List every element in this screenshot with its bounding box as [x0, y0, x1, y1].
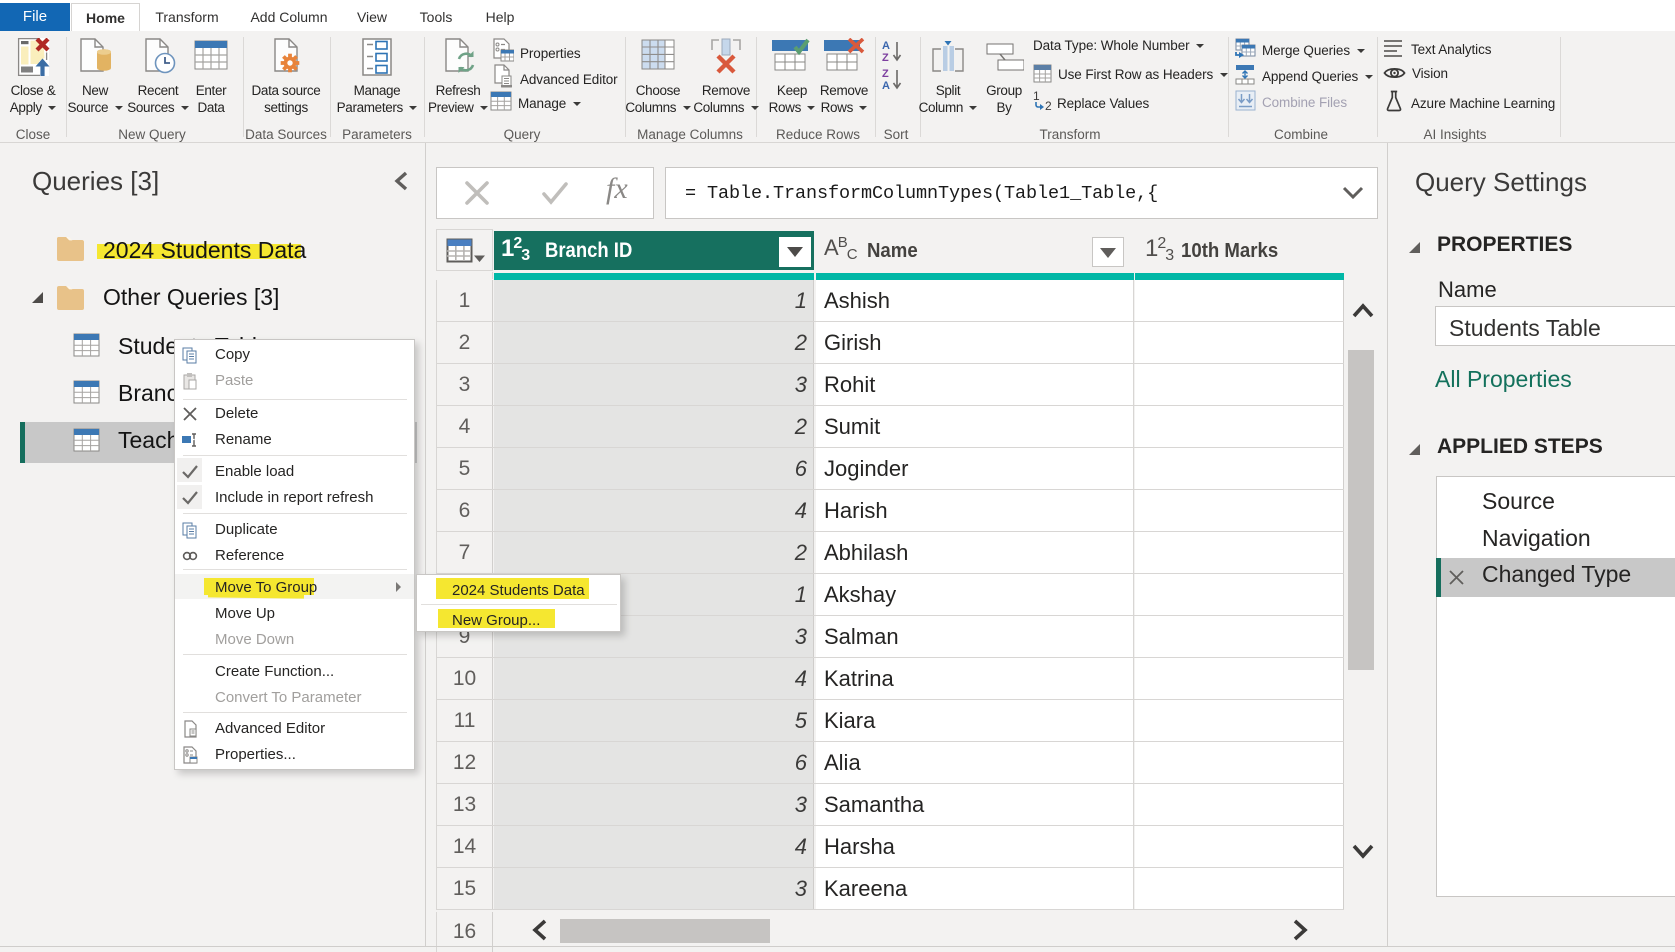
svg-text:2: 2: [1045, 99, 1052, 112]
svg-text:1: 1: [1033, 90, 1040, 103]
